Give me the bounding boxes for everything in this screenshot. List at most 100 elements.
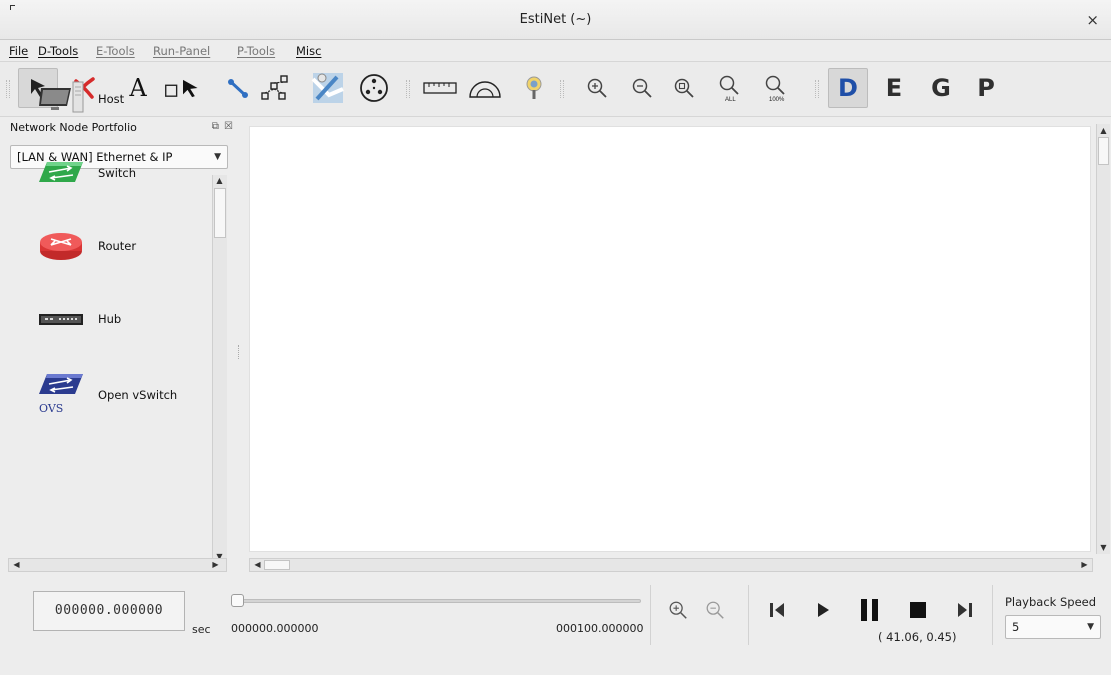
mode-d-button[interactable]: D [828, 68, 868, 108]
menu-bar: File D-Tools E-Tools Run-Panel P-Tools M… [0, 40, 1111, 62]
mode-g-label: G [931, 74, 951, 102]
portfolio-horizontal-scrollbar[interactable]: ◀ ▶ [8, 558, 227, 572]
ovs-badge: OVS [39, 402, 63, 415]
node-item-switch[interactable]: Switch [17, 144, 213, 204]
toolbar-separator [406, 80, 410, 98]
zoom-fit-tool-button[interactable] [664, 68, 704, 108]
menu-run-panel[interactable]: Run-Panel [153, 44, 210, 58]
playback-speed-value: 5 [1012, 620, 1020, 634]
divider [992, 585, 993, 645]
scroll-right-icon[interactable]: ▶ [209, 560, 222, 569]
mode-p-button[interactable]: P [966, 68, 1006, 108]
skip-to-end-button[interactable] [950, 595, 980, 625]
time-unit-label: sec [192, 623, 211, 636]
skip-forward-icon [958, 603, 972, 617]
play-button[interactable] [808, 595, 838, 625]
portfolio-vertical-scrollbar[interactable]: ▲ ▼ [212, 175, 227, 563]
mode-e-button[interactable]: E [874, 68, 914, 108]
playback-slider-handle[interactable] [231, 594, 244, 607]
toolbar-grip [6, 80, 10, 98]
menu-misc[interactable]: Misc [296, 44, 321, 58]
menu-d-tools[interactable]: D-Tools [38, 44, 78, 58]
zoom-all-caption: ALL [725, 97, 736, 103]
node-item-open-vswitch[interactable]: OVS Open vSwitch [17, 366, 213, 426]
stop-button[interactable] [903, 595, 933, 625]
menu-file[interactable]: File [9, 44, 28, 58]
canvas-horizontal-scroll-thumb[interactable] [264, 560, 290, 570]
protractor-icon [469, 81, 501, 98]
playback-speed-select[interactable]: 5 ▼ [1005, 615, 1101, 639]
zoom-out-icon [706, 601, 724, 619]
link-icon [228, 79, 248, 98]
scroll-left-icon[interactable]: ◀ [10, 560, 23, 569]
mode-p-label: P [977, 74, 995, 102]
scroll-right-icon[interactable]: ▶ [1078, 560, 1091, 569]
hub-icon [39, 314, 83, 325]
chevron-down-icon: ▼ [1087, 622, 1094, 632]
playback-zoom-in-button[interactable] [663, 595, 693, 625]
close-icon[interactable]: × [1086, 11, 1099, 29]
canvas-vertical-scrollbar[interactable]: ▲ ▼ [1096, 124, 1110, 554]
zoom-in-icon [669, 601, 687, 619]
node-label-host: Host [98, 92, 125, 106]
node-group-tool-button[interactable] [354, 68, 394, 108]
mode-g-button[interactable]: G [921, 68, 961, 108]
skip-back-icon [770, 603, 784, 617]
canvas-vertical-scroll-thumb[interactable] [1098, 137, 1109, 165]
divider [650, 585, 651, 645]
toolbar-separator [560, 80, 564, 98]
protractor-tool-button[interactable] [465, 68, 505, 108]
menu-e-tools[interactable]: E-Tools [96, 44, 135, 58]
title-bar: EstiNet (~) × [0, 0, 1111, 40]
node-label-hub: Hub [98, 312, 122, 326]
topology-canvas[interactable] [249, 126, 1091, 552]
pause-button[interactable] [855, 595, 885, 625]
skip-to-start-button[interactable] [762, 595, 792, 625]
zoom-out-tool-button[interactable] [622, 68, 662, 108]
zoom-100-caption: 100% [769, 97, 785, 103]
antenna-icon [526, 76, 542, 99]
link-tool-button[interactable] [218, 68, 258, 108]
zoom-fit-icon [674, 78, 694, 98]
mode-e-label: E [885, 74, 903, 102]
antenna-tool-button[interactable] [514, 68, 554, 108]
canvas-horizontal-scrollbar[interactable]: ◀ ▶ [249, 558, 1093, 572]
time-display: 000000.000000 [33, 591, 185, 631]
scroll-up-icon[interactable]: ▲ [213, 176, 226, 185]
playback-zoom-out-button[interactable] [700, 595, 730, 625]
chevron-down-icon: ▼ [214, 152, 221, 162]
node-item-host[interactable]: Host [17, 70, 213, 130]
menu-p-tools[interactable]: P-Tools [237, 44, 275, 58]
portfolio-scroll-thumb[interactable] [214, 188, 226, 238]
map-tool-button[interactable] [308, 68, 348, 108]
zoom-100-tool-button[interactable]: 100% [756, 68, 796, 108]
node-item-router[interactable]: Router [17, 217, 213, 277]
playback-speed-label: Playback Speed [1005, 595, 1097, 609]
host-computer-icon [39, 81, 84, 113]
scroll-down-icon[interactable]: ▼ [1097, 543, 1110, 552]
panel-splitter[interactable] [238, 345, 240, 359]
panel-float-close-icon[interactable]: ⧉ ☒ [212, 121, 234, 132]
playback-slider-track[interactable] [233, 599, 641, 603]
node-label-open-vswitch: Open vSwitch [98, 388, 178, 402]
mode-d-label: D [838, 74, 858, 102]
window-corner-mark [10, 5, 15, 10]
scroll-left-icon[interactable]: ◀ [251, 560, 264, 569]
window-title: EstiNet (~) [519, 12, 592, 27]
node-circle-icon [360, 74, 388, 102]
scroll-up-icon[interactable]: ▲ [1097, 126, 1110, 135]
node-list: Host Switch Router Hub OVS Open vSwitch [17, 60, 213, 548]
topology-tool-button[interactable] [254, 68, 294, 108]
zoom-all-tool-button[interactable]: ALL [710, 68, 750, 108]
ruler-tool-button[interactable] [420, 68, 460, 108]
node-item-hub[interactable]: Hub [17, 290, 213, 350]
playback-start-time: 000000.000000 [231, 622, 319, 635]
node-label-switch: Switch [98, 166, 137, 180]
pause-icon [861, 599, 878, 621]
zoom-all-icon: ALL [719, 75, 739, 103]
divider [748, 585, 749, 645]
playback-panel: 000000.000000 sec 000000.000000 000100.0… [0, 575, 1111, 675]
play-icon [818, 603, 829, 617]
router-icon [40, 233, 82, 260]
zoom-in-tool-button[interactable] [577, 68, 617, 108]
